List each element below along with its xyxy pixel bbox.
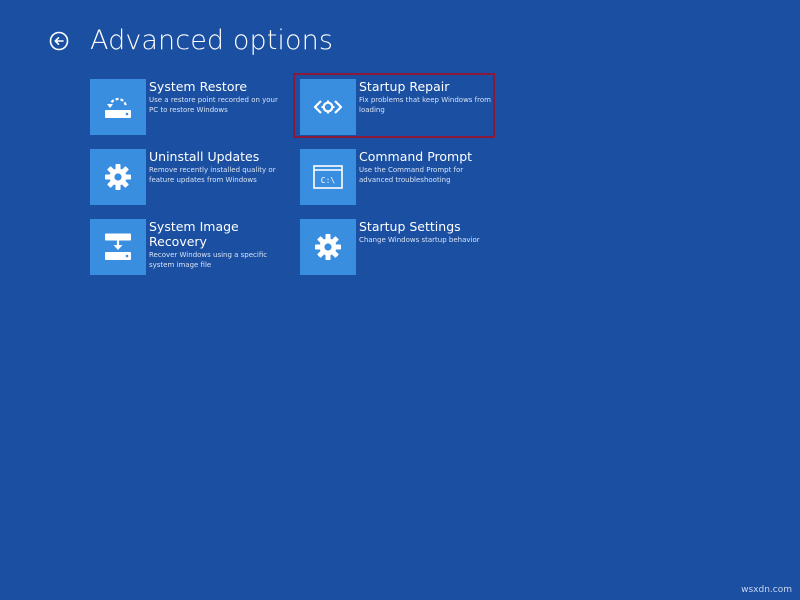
tile-description: Recover Windows using a specific system … <box>149 251 268 269</box>
tile-title: Command Prompt <box>359 149 473 164</box>
tile-uninstall-updates[interactable]: Uninstall Updates Remove recently instal… <box>90 149 295 207</box>
tile-text: Startup Settings Change Windows startup … <box>359 219 499 277</box>
tile-text: Startup Repair Fix problems that keep Wi… <box>359 79 499 137</box>
tile-title: Startup Repair <box>359 79 450 94</box>
back-button[interactable] <box>48 30 70 52</box>
tile-icon-container <box>90 219 146 275</box>
system-restore-icon <box>105 97 131 118</box>
tile-description: Use the Command Prompt for advanced trou… <box>359 166 464 184</box>
tile-icon-container <box>90 149 146 205</box>
tile-description: Fix problems that keep Windows from load… <box>359 96 491 114</box>
tile-system-image-recovery[interactable]: System Image Recovery Recover Windows us… <box>90 219 295 277</box>
tile-icon-container <box>300 79 356 135</box>
tile-text: Command Prompt Use the Command Prompt fo… <box>359 149 499 207</box>
tile-startup-repair[interactable]: Startup Repair Fix problems that keep Wi… <box>300 79 505 137</box>
header: Advanced options <box>48 24 333 58</box>
tile-startup-settings[interactable]: Startup Settings Change Windows startup … <box>300 219 505 277</box>
tile-text: System Image Recovery Recover Windows us… <box>149 219 289 277</box>
back-arrow-icon <box>49 31 69 51</box>
tile-description: Remove recently installed quality or fea… <box>149 166 276 184</box>
system-image-icon <box>105 233 131 260</box>
watermark: wsxdn.com <box>741 585 792 595</box>
tile-text: Uninstall Updates Remove recently instal… <box>149 149 289 207</box>
command-prompt-icon: C:\ <box>313 165 343 189</box>
startup-repair-icon <box>313 100 343 114</box>
tile-description: Use a restore point recorded on your PC … <box>149 96 278 114</box>
tile-icon-container <box>90 79 146 135</box>
tile-system-restore[interactable]: System Restore Use a restore point recor… <box>90 79 295 137</box>
tile-title: Startup Settings <box>359 219 461 234</box>
tile-command-prompt[interactable]: C:\ Command Prompt Use the Command Promp… <box>300 149 505 207</box>
tile-icon-container <box>300 219 356 275</box>
tile-title: System Restore <box>149 79 248 94</box>
command-prompt-icon-text: C:\ <box>321 176 336 185</box>
gear-icon <box>315 234 341 260</box>
tile-text: System Restore Use a restore point recor… <box>149 79 289 137</box>
gear-icon <box>105 164 131 190</box>
tile-icon-container: C:\ <box>300 149 356 205</box>
page-title: Advanced options <box>90 25 333 56</box>
tile-title: Uninstall Updates <box>149 149 260 164</box>
tile-title: System Image Recovery <box>149 219 239 249</box>
tile-description: Change Windows startup behavior <box>359 236 480 244</box>
